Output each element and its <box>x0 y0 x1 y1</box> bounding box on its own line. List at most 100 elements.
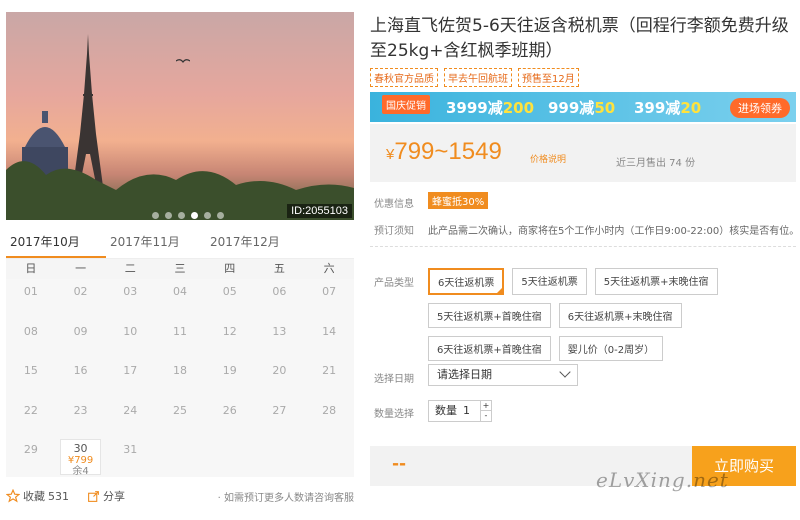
calendar: 日 一 二 三 四 五 六 01 02 03 04 05 06 07 08 09… <box>6 258 354 477</box>
calendar-day: 07 <box>322 285 337 298</box>
product-option-selected[interactable]: 6天往返机票 <box>428 268 505 295</box>
favorite-button[interactable]: 收藏 531 <box>6 488 69 504</box>
carousel-dots <box>152 212 224 219</box>
weekday-label: 一 <box>75 262 87 275</box>
promo-deal-3: 399减20 <box>634 99 702 117</box>
promo-deal-1: 3999减200 <box>446 99 535 117</box>
calendar-day: 03 <box>123 285 138 298</box>
carousel-dot[interactable] <box>165 212 172 219</box>
calendar-day: 31 <box>123 443 138 456</box>
calendar-day: 26 <box>222 403 237 417</box>
weekday-label: 四 <box>224 262 236 275</box>
product-title: 上海直飞佐贺5-6天往返含税机票（回程行李额免费升级至25kg+含红枫季班期） <box>370 16 789 61</box>
calendar-day: 25 <box>172 403 187 417</box>
divider <box>370 246 796 247</box>
image-id-label: ID:2055103 <box>287 204 352 218</box>
product-type-options: 6天往返机票 5天往返机票 5天往返机票+末晚住宿 5天往返机票+首晚住宿 6天… <box>428 268 758 361</box>
calendar-day: 13 <box>272 324 287 338</box>
calendar-day: 20 <box>272 364 287 377</box>
calendar-day: 18 <box>172 364 187 377</box>
calendar-day: 14 <box>322 324 337 338</box>
product-option[interactable]: 6天往返机票+首晚住宿 <box>428 336 551 361</box>
contact-service-link[interactable]: · 如需预订更多人数请咨询客服 <box>218 489 354 504</box>
favorite-count: 531 <box>48 489 69 503</box>
bird-icon <box>176 59 190 63</box>
calendar-day: 16 <box>73 364 88 377</box>
product-type-label: 产品类型 <box>374 278 414 289</box>
carousel-dot[interactable] <box>178 212 185 219</box>
carousel-dot[interactable] <box>204 212 211 219</box>
date-select-value: 请选择日期 <box>437 368 492 381</box>
price-explain-link[interactable]: 价格说明 <box>530 152 566 165</box>
share-bar: 收藏 531 分享 · 如需预订更多人数请咨询客服 <box>6 488 354 504</box>
chevron-down-icon <box>559 366 571 378</box>
tab-month-oct[interactable]: 2017年10月 <box>6 232 106 258</box>
carousel-dot-active[interactable] <box>191 212 198 219</box>
purchase-bar: -- 立即购买 <box>370 446 796 486</box>
quantity-stepper[interactable]: 数量 1 + - <box>428 400 492 422</box>
carousel-dot[interactable] <box>217 212 224 219</box>
product-option[interactable]: 6天往返机票+末晚住宿 <box>558 303 682 328</box>
product-tags: 春秋官方品质 早去午回航班 预售至12月 <box>370 68 579 87</box>
share-button[interactable]: 分享 <box>87 488 125 504</box>
price-range: ¥799~1549 <box>386 138 502 165</box>
calendar-day: 28 <box>322 403 337 417</box>
calendar-day: 23 <box>73 403 88 417</box>
notice-text: 此产品需二次确认，商家将在5个工作小时内（工作日9:00-22:00）核实是否有… <box>428 226 800 237</box>
calendar-grid: 01 02 03 04 05 06 07 08 09 10 11 12 13 1… <box>6 279 354 477</box>
watermark: eLvXing.net <box>596 468 729 492</box>
weekday-label: 五 <box>273 262 285 275</box>
promo-banner[interactable]: 国庆促销 3999减200 999减50 399减20 进场领券 <box>370 92 796 122</box>
calendar-day: 17 <box>123 364 138 377</box>
day-number: 30 <box>73 442 88 455</box>
calendar-day: 09 <box>73 324 88 338</box>
calendar-weekday-header: 日 一 二 三 四 五 六 <box>6 259 354 279</box>
day-price: ¥799 <box>67 455 94 466</box>
quantity-label: 数量选择 <box>374 409 414 420</box>
product-tag: 早去午回航班 <box>444 68 512 87</box>
calendar-month-tabs: 2017年10月 2017年11月 2017年12月 <box>6 232 354 258</box>
product-tag: 春秋官方品质 <box>370 68 438 87</box>
calendar-day: 27 <box>272 403 287 417</box>
share-icon <box>88 490 99 502</box>
calendar-day: 24 <box>123 403 138 417</box>
quantity-text: 数量 <box>435 404 457 417</box>
calendar-day: 21 <box>322 364 337 377</box>
favorite-label: 收藏 <box>23 490 45 503</box>
calendar-day: 11 <box>172 324 187 338</box>
calendar-day: 02 <box>73 285 88 298</box>
product-option[interactable]: 5天往返机票+首晚住宿 <box>428 303 551 328</box>
quantity-value: 1 <box>463 404 470 417</box>
calendar-day-available[interactable]: 30 ¥799 余4 <box>59 439 102 477</box>
product-option[interactable]: 婴儿价（0-2周岁） <box>558 336 664 361</box>
total-price: -- <box>392 454 407 474</box>
calendar-day: 04 <box>172 285 187 298</box>
calendar-day: 12 <box>222 324 237 338</box>
product-option[interactable]: 5天往返机票 <box>512 268 587 295</box>
weekday-label: 六 <box>323 262 335 275</box>
carousel-dot[interactable] <box>152 212 159 219</box>
notice-label: 预订须知 <box>374 226 414 237</box>
date-select[interactable]: 请选择日期 <box>428 364 578 386</box>
share-label: 分享 <box>103 490 125 503</box>
weekday-label: 三 <box>174 262 186 275</box>
quantity-increase-button[interactable]: + <box>480 401 491 411</box>
promo-deal-2: 999减50 <box>548 99 616 117</box>
date-label: 选择日期 <box>374 374 414 385</box>
calendar-day: 19 <box>222 364 237 377</box>
discount-badge: 蜂蜜抵30% <box>428 192 489 209</box>
get-coupon-button[interactable]: 进场领券 <box>730 98 790 118</box>
calendar-day: 29 <box>23 443 38 456</box>
weekday-label: 二 <box>124 262 136 275</box>
calendar-day: 06 <box>272 285 287 298</box>
discount-label: 优惠信息 <box>374 199 414 210</box>
tab-month-dec[interactable]: 2017年12月 <box>206 232 306 258</box>
calendar-day: 05 <box>222 285 237 298</box>
product-option[interactable]: 5天往返机票+末晚住宿 <box>594 268 718 295</box>
tab-month-nov[interactable]: 2017年11月 <box>106 232 206 258</box>
product-photo[interactable]: ID:2055103 <box>6 12 354 220</box>
quantity-decrease-button[interactable]: - <box>480 411 491 421</box>
day-remaining: 余4 <box>72 466 89 477</box>
star-icon <box>6 489 20 503</box>
price-box: ¥799~1549 价格说明 近三月售出 74 份 <box>370 124 796 182</box>
